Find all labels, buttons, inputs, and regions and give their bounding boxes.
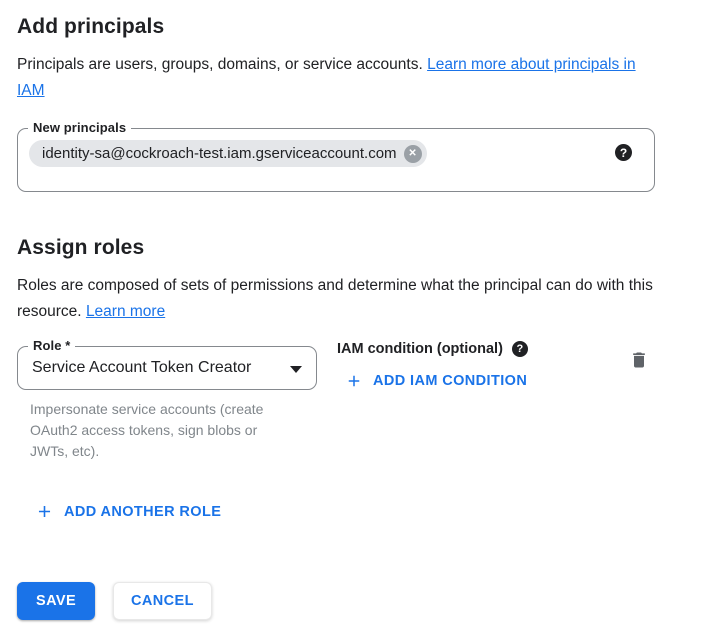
plus-icon — [345, 372, 363, 390]
trash-icon — [629, 350, 649, 370]
principal-chip-value: identity-sa@cockroach-test.iam.gservicea… — [42, 145, 397, 162]
new-principals-field[interactable]: New principals identity-sa@cockroach-tes… — [17, 128, 655, 192]
intro-text: Principals are users, groups, domains, o… — [17, 56, 423, 73]
new-principals-label: New principals — [28, 120, 131, 135]
principal-chip: identity-sa@cockroach-test.iam.gservicea… — [29, 140, 427, 167]
add-iam-condition-button[interactable]: ADD IAM CONDITION — [345, 372, 527, 390]
role-selected-value: Service Account Token Creator — [32, 359, 251, 377]
principals-intro-text: Principals are users, groups, domains, o… — [17, 52, 657, 104]
iam-condition-label: IAM condition (optional) — [337, 341, 503, 357]
role-helper-text: Impersonate service accounts (create OAu… — [30, 399, 296, 462]
chip-remove-icon[interactable]: ✕ — [404, 145, 422, 163]
add-another-role-label: ADD ANOTHER ROLE — [64, 504, 221, 520]
add-principals-panel: Add principals Principals are users, gro… — [0, 0, 657, 620]
role-label: Role * — [28, 338, 75, 353]
dropdown-arrow-icon — [290, 366, 302, 373]
cancel-button[interactable]: CANCEL — [113, 582, 212, 620]
new-principals-help-icon[interactable]: ? — [615, 144, 632, 161]
iam-condition-help-icon[interactable]: ? — [512, 341, 528, 357]
page-title: Add principals — [17, 15, 657, 39]
delete-role-button[interactable] — [623, 337, 655, 374]
add-another-role-button[interactable]: ADD ANOTHER ROLE — [35, 502, 221, 521]
role-assignment-row: Role * Service Account Token Creator Imp… — [17, 337, 657, 462]
learn-more-roles-link[interactable]: Learn more — [86, 303, 165, 320]
add-iam-condition-label: ADD IAM CONDITION — [373, 373, 527, 389]
plus-icon — [35, 502, 54, 521]
role-column: Role * Service Account Token Creator Imp… — [17, 337, 317, 462]
save-button[interactable]: SAVE — [17, 582, 95, 620]
role-select[interactable]: Role * Service Account Token Creator — [17, 346, 317, 390]
iam-condition-column: IAM condition (optional) ? ADD IAM CONDI… — [337, 337, 528, 395]
roles-intro-text: Roles are composed of sets of permission… — [17, 273, 657, 325]
action-buttons: SAVE CANCEL — [17, 582, 657, 620]
assign-roles-title: Assign roles — [17, 236, 657, 260]
